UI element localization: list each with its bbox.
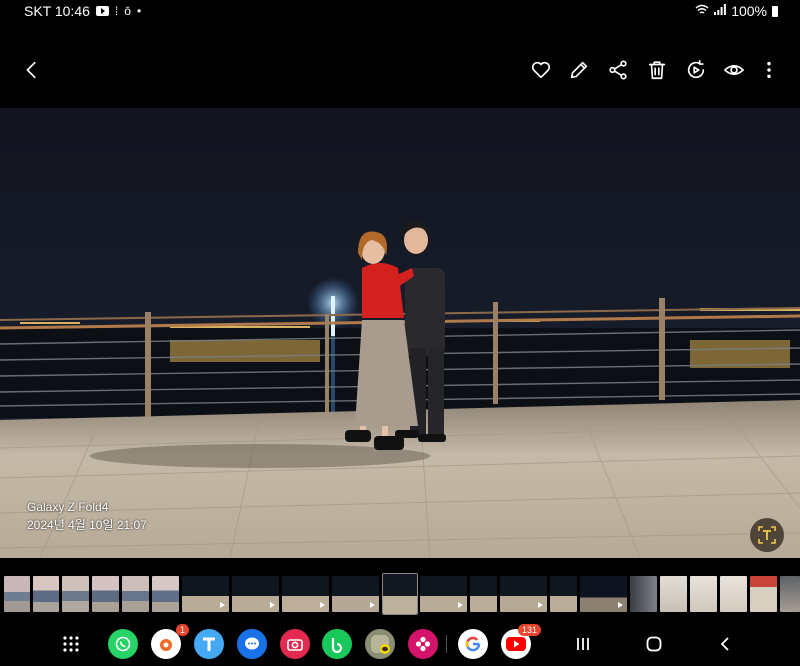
notification-badge: 1	[175, 624, 189, 636]
filmstrip-thumbnail[interactable]	[780, 576, 800, 612]
filmstrip-thumbnail[interactable]	[4, 576, 30, 612]
edit-button[interactable]	[564, 48, 594, 92]
kakaotalk-app[interactable]	[365, 629, 395, 659]
filmstrip-video-thumbnail[interactable]	[232, 576, 279, 612]
kakaotalk-icon	[371, 635, 390, 654]
status-right: 100%	[695, 3, 778, 19]
taskbar-divider	[446, 635, 447, 653]
photo-caption: Galaxy Z Fold4 2024년 4월 10일 21:07	[27, 498, 147, 534]
viewer-toolbar	[0, 48, 800, 92]
home-button[interactable]	[640, 630, 668, 658]
google-icon	[465, 636, 481, 652]
extract-text-button[interactable]	[750, 518, 784, 552]
filmstrip-video-thumbnail[interactable]	[420, 576, 467, 612]
play-icon	[370, 602, 375, 608]
remaster-button[interactable]	[681, 48, 711, 92]
heart-icon	[531, 61, 551, 79]
play-icon	[270, 602, 275, 608]
remaster-icon	[687, 60, 705, 79]
google-app[interactable]	[458, 629, 488, 659]
galaxy-store-app[interactable]: 1	[151, 624, 189, 659]
eye-icon	[724, 65, 744, 75]
filmstrip-thumbnail[interactable]	[152, 576, 179, 612]
filmstrip	[0, 573, 800, 616]
filmstrip-video-thumbnail[interactable]	[182, 576, 229, 612]
battery-icon	[772, 5, 778, 17]
filmstrip-thumbnail[interactable]	[690, 576, 717, 612]
view-button[interactable]	[719, 48, 749, 92]
filmstrip-thumbnail[interactable]	[720, 576, 747, 612]
filmstrip-thumbnail[interactable]	[550, 576, 577, 612]
play-icon	[458, 602, 463, 608]
carrier-time: SKT 10:46	[24, 3, 90, 19]
filmstrip-thumbnail[interactable]	[122, 576, 149, 612]
filmstrip-thumbnail-selected[interactable]	[382, 573, 418, 615]
galaxy-store-icon	[160, 639, 172, 651]
notification-icon: ō	[124, 4, 131, 18]
filmstrip-video-thumbnail[interactable]	[282, 576, 329, 612]
footsteps-icon: ⁞	[114, 4, 119, 18]
band-app[interactable]	[322, 629, 352, 659]
tmap-app[interactable]	[194, 629, 224, 659]
battery-percent: 100%	[731, 3, 767, 19]
camera-app[interactable]	[280, 629, 310, 659]
photo-datetime: 2024년 4월 10일 21:07	[27, 518, 147, 532]
gallery-app[interactable]	[408, 629, 438, 659]
delete-icon	[648, 61, 666, 80]
messages-app[interactable]	[237, 629, 267, 659]
youtube-notification-icon	[95, 6, 109, 16]
whatsapp-icon	[115, 636, 131, 652]
filmstrip-thumbnail[interactable]	[660, 576, 687, 612]
camera-icon	[287, 639, 303, 651]
status-bar: SKT 10:46 ⁞ ō • 100%	[0, 0, 800, 24]
filmstrip-video-thumbnail[interactable]	[500, 576, 547, 612]
more-options-button[interactable]	[754, 48, 784, 92]
whatsapp-app[interactable]	[108, 629, 138, 659]
youtube-icon	[506, 637, 526, 651]
band-icon	[331, 638, 343, 653]
taskbar: 1 131	[0, 622, 800, 666]
edit-icon	[570, 61, 588, 79]
photo-view[interactable]: Galaxy Z Fold4 2024년 4월 10일 21:07	[0, 108, 800, 558]
youtube-app[interactable]: 131	[501, 624, 541, 659]
filmstrip-video-thumbnail[interactable]	[332, 576, 379, 612]
play-icon	[220, 602, 225, 608]
photo-image	[0, 108, 800, 558]
system-back-button[interactable]	[711, 630, 739, 658]
apps-grid-icon	[63, 636, 79, 652]
filmstrip-thumbnail[interactable]	[92, 576, 119, 612]
play-icon	[618, 602, 623, 608]
back-icon	[26, 61, 36, 79]
filmstrip-video-thumbnail[interactable]	[580, 576, 627, 612]
signal-icon	[714, 4, 727, 18]
recent-apps-button[interactable]	[569, 630, 597, 658]
more-notifications-icon: •	[136, 4, 142, 18]
share-icon	[609, 60, 627, 80]
camera-model: Galaxy Z Fold4	[27, 500, 109, 514]
recents-icon	[577, 638, 589, 650]
text-scan-icon	[758, 526, 776, 544]
gallery-icon	[415, 636, 431, 652]
share-button[interactable]	[603, 48, 633, 92]
filmstrip-thumbnail[interactable]	[750, 576, 777, 612]
messages-icon	[245, 637, 259, 650]
filmstrip-thumbnail[interactable]	[470, 576, 497, 612]
filmstrip-thumbnail[interactable]	[630, 576, 657, 612]
notification-badge: 131	[517, 624, 541, 636]
filmstrip-thumbnail[interactable]	[33, 576, 59, 612]
filmstrip-thumbnail[interactable]	[62, 576, 89, 612]
more-icon	[767, 61, 771, 79]
apps-button[interactable]	[56, 629, 86, 659]
delete-button[interactable]	[642, 48, 672, 92]
status-left: SKT 10:46 ⁞ ō •	[24, 3, 141, 19]
play-icon	[320, 602, 325, 608]
tmap-icon	[203, 637, 215, 651]
wifi-icon	[695, 4, 709, 19]
back-button[interactable]	[17, 48, 47, 92]
favorite-button[interactable]	[526, 48, 556, 92]
back-icon	[720, 637, 729, 651]
home-icon	[646, 636, 662, 652]
play-icon	[538, 602, 543, 608]
